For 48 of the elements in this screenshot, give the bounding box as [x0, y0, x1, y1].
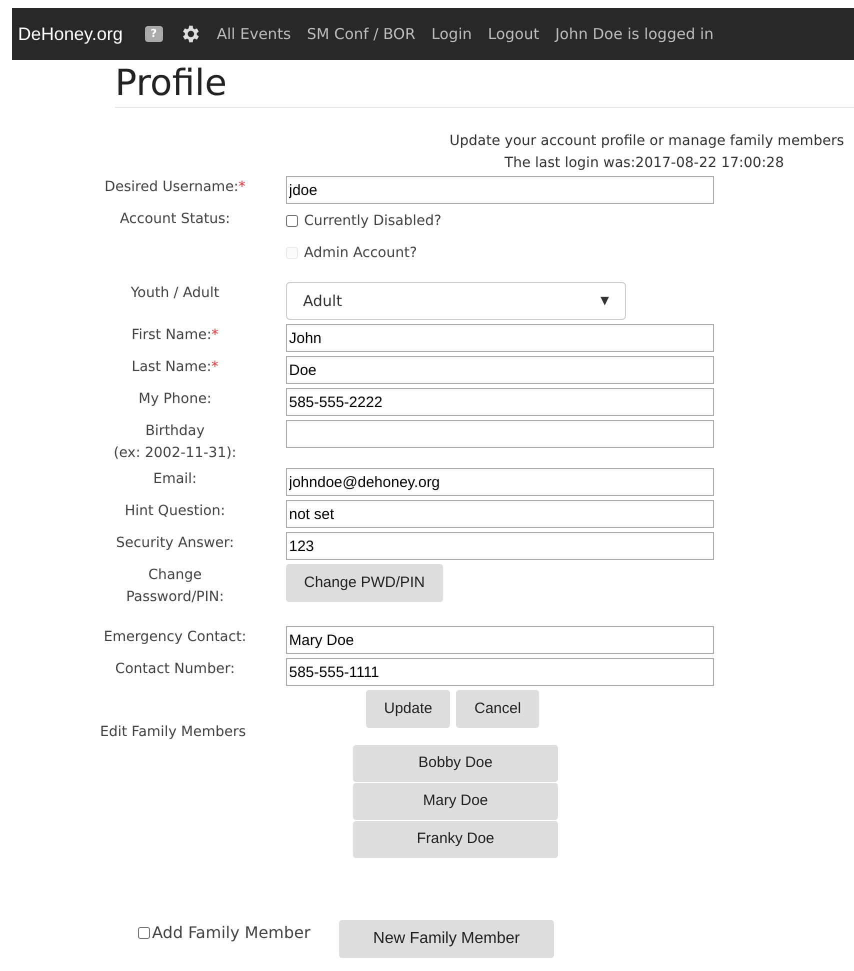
field-label: Account Status: [120, 210, 230, 229]
dropdown[interactable]: Adult ▼ [286, 282, 626, 320]
field-label: My Phone: [138, 390, 212, 409]
form-action-button[interactable]: Cancel [456, 690, 540, 728]
section-label: Edit Family Members [100, 723, 247, 742]
family-member-button[interactable]: Franky Doe [353, 821, 558, 858]
text-field[interactable] [286, 420, 714, 448]
field-label: First Name:* [132, 326, 218, 345]
new-member-button[interactable]: New Family Member [339, 920, 554, 958]
login-status: John Doe is logged in [555, 24, 714, 45]
nav-link[interactable]: Login [431, 22, 472, 46]
page-title: Profile [115, 66, 227, 102]
text-field[interactable]: johndoe@dehoney.org [286, 468, 714, 496]
field-hint: (ex: 2002-11-31): [114, 444, 236, 463]
text-field[interactable]: Mary Doe [286, 626, 714, 654]
field-hint: Password/PIN: [126, 588, 224, 607]
checkbox[interactable] [138, 927, 150, 939]
last-login-text: The last login was:2017-08-22 17:00:28 [504, 154, 784, 173]
field-label: Email: [153, 470, 197, 489]
nav-link[interactable]: All Events [216, 22, 291, 46]
brand-link[interactable]: DeHoney.org [18, 20, 123, 48]
text-field[interactable]: John [286, 324, 714, 352]
intro-text: Update your account profile or manage family members [450, 132, 844, 151]
checkbox-label: Currently Disabled? [304, 212, 442, 230]
nav-link[interactable]: Logout [488, 22, 540, 46]
text-field[interactable]: not set [286, 500, 714, 528]
family-member-button[interactable]: Mary Doe [353, 783, 558, 820]
text-field[interactable]: 123 [286, 532, 714, 560]
checkbox-label: Add Family Member [152, 922, 310, 944]
text-field[interactable]: jdoe [286, 176, 714, 204]
field-label: Security Answer: [116, 534, 234, 553]
field-label: Birthday [145, 422, 205, 441]
checkbox-label: Admin Account? [304, 244, 418, 262]
field-label: Hint Question: [124, 502, 226, 521]
nav-link[interactable]: SM Conf / BOR [306, 22, 416, 46]
field-label: Desired Username:* [104, 178, 246, 197]
form-action-button[interactable]: Update [366, 690, 450, 728]
text-field[interactable]: Doe [286, 356, 714, 384]
field-label: Last Name:* [132, 358, 218, 377]
field-label: Contact Number: [115, 660, 235, 679]
family-member-button[interactable]: Bobby Doe [353, 745, 558, 782]
checkbox[interactable] [286, 215, 298, 227]
change-password-button[interactable]: Change PWD/PIN [286, 564, 443, 602]
text-field[interactable]: 585-555-1111 [286, 658, 714, 686]
text-field[interactable]: 585-555-2222 [286, 388, 714, 416]
field-label: Change [148, 566, 202, 585]
field-label: Youth / Adult [130, 284, 220, 303]
field-label: Emergency Contact: [104, 628, 246, 647]
